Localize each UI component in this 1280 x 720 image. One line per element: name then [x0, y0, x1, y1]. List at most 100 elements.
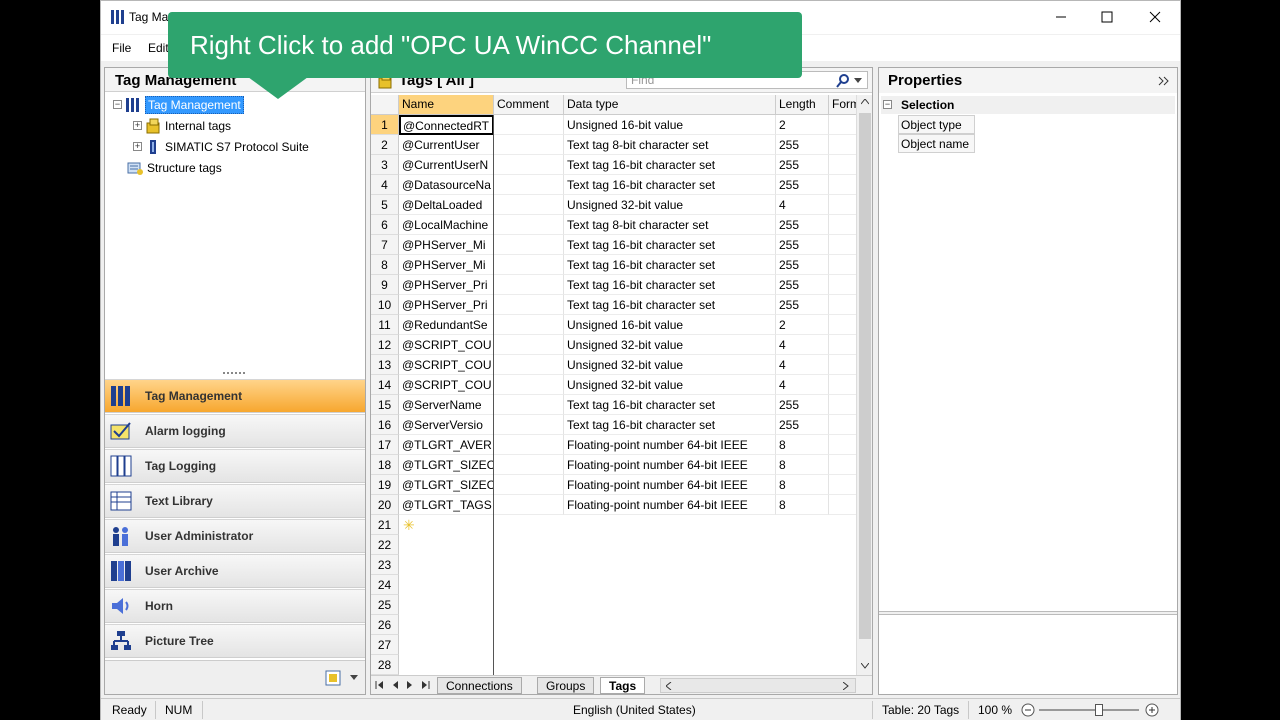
cell-format[interactable] [829, 275, 858, 295]
cell-comment[interactable] [494, 295, 564, 315]
nav-item-tag-logging[interactable]: Tag Logging [105, 449, 365, 483]
row-number[interactable]: 24 [371, 575, 399, 595]
row-number[interactable]: 14 [371, 375, 399, 395]
cell-type[interactable]: Text tag 16-bit character set [564, 395, 776, 415]
row-number[interactable]: 10 [371, 295, 399, 315]
cell-format[interactable] [829, 395, 858, 415]
row-number[interactable]: 19 [371, 475, 399, 495]
row-number[interactable]: 20 [371, 495, 399, 515]
cell-length[interactable]: 255 [776, 275, 829, 295]
cell-type[interactable]: Text tag 16-bit character set [564, 255, 776, 275]
cell-name[interactable]: @SCRIPT_COU [399, 355, 494, 375]
tab-tags[interactable]: Tags [600, 677, 646, 694]
cell-comment[interactable] [494, 395, 564, 415]
next-tab-icon[interactable] [406, 680, 414, 690]
column-header-format[interactable]: Form [829, 95, 858, 115]
cell-name[interactable]: @TLGRT_AVER [399, 435, 494, 455]
tree-item-structure-tags[interactable]: Structure tags [127, 158, 222, 177]
cell-format[interactable] [829, 435, 858, 455]
tree-item-simatic-s7[interactable]: + SIMATIC S7 Protocol Suite [133, 137, 309, 156]
cell-name[interactable]: @DeltaLoaded [399, 195, 494, 215]
cell-name[interactable]: @ServerName [399, 395, 494, 415]
collapse-icon[interactable]: − [113, 100, 122, 109]
cell-name[interactable]: @TLGRT_SIZEC [399, 455, 494, 475]
cell-format[interactable] [829, 375, 858, 395]
cell-name[interactable]: @CurrentUser [399, 135, 494, 155]
cell-format[interactable] [829, 215, 858, 235]
cell-name[interactable]: @ServerVersio [399, 415, 494, 435]
cell-type[interactable]: Floating-point number 64-bit IEEE [564, 455, 776, 475]
scroll-right-icon[interactable] [843, 682, 849, 690]
cell-comment[interactable] [494, 275, 564, 295]
cell-format[interactable] [829, 175, 858, 195]
cell-type[interactable]: Text tag 8-bit character set [564, 215, 776, 235]
zoom-in-icon[interactable] [1145, 703, 1159, 717]
selection-section[interactable]: Selection [881, 96, 1175, 114]
dropdown-arrow-icon[interactable] [350, 675, 358, 681]
cell-comment[interactable] [494, 435, 564, 455]
search-icon[interactable] [836, 74, 850, 88]
cell-format[interactable] [829, 495, 858, 515]
row-number[interactable]: 17 [371, 435, 399, 455]
row-number[interactable]: 13 [371, 355, 399, 375]
cell-name[interactable]: @PHServer_Mi [399, 255, 494, 275]
tree-item-internal-tags[interactable]: + Internal tags [133, 116, 231, 135]
cell-type[interactable]: Text tag 8-bit character set [564, 135, 776, 155]
cell-format[interactable] [829, 115, 858, 135]
cell-format[interactable] [829, 155, 858, 175]
cell-length[interactable]: 255 [776, 395, 829, 415]
column-header-data-type[interactable]: Data type [564, 95, 776, 115]
cell-length[interactable]: 8 [776, 435, 829, 455]
maximize-button[interactable] [1084, 1, 1130, 33]
row-number[interactable]: 4 [371, 175, 399, 195]
scroll-left-icon[interactable] [666, 682, 672, 690]
collapse-icon[interactable]: − [883, 100, 892, 109]
cell-name[interactable]: @DatasourceNa [399, 175, 494, 195]
row-number[interactable]: 3 [371, 155, 399, 175]
row-number[interactable]: 18 [371, 455, 399, 475]
cell-type[interactable]: Floating-point number 64-bit IEEE [564, 435, 776, 455]
cell-type[interactable]: Text tag 16-bit character set [564, 175, 776, 195]
cell-length[interactable]: 4 [776, 355, 829, 375]
cell-comment[interactable] [494, 215, 564, 235]
cell-length[interactable]: 8 [776, 495, 829, 515]
row-number[interactable]: 7 [371, 235, 399, 255]
cell-format[interactable] [829, 255, 858, 275]
tab-connections[interactable]: Connections [437, 677, 522, 694]
cell-type[interactable]: Text tag 16-bit character set [564, 415, 776, 435]
properties-splitter[interactable] [879, 611, 1177, 615]
nav-item-user-archive[interactable]: User Archive [105, 554, 365, 588]
cell-comment[interactable] [494, 135, 564, 155]
nav-item-user-administrator[interactable]: User Administrator [105, 519, 365, 553]
cell-length[interactable]: 255 [776, 135, 829, 155]
cell-format[interactable] [829, 195, 858, 215]
collapse-panel-icon[interactable] [1158, 76, 1170, 86]
cell-format[interactable] [829, 235, 858, 255]
cell-format[interactable] [829, 295, 858, 315]
new-row-icon[interactable]: ✳ [403, 517, 415, 534]
expand-icon[interactable]: + [133, 121, 142, 130]
column-header-name[interactable]: Name [399, 95, 494, 115]
cell-length[interactable]: 2 [776, 115, 829, 135]
row-number[interactable]: 25 [371, 595, 399, 615]
cell-length[interactable]: 255 [776, 175, 829, 195]
vertical-scrollbar[interactable] [856, 95, 872, 675]
cell-length[interactable]: 2 [776, 315, 829, 335]
row-number[interactable]: 27 [371, 635, 399, 655]
cell-comment[interactable] [494, 175, 564, 195]
zoom-slider-thumb[interactable] [1095, 704, 1103, 716]
cell-comment[interactable] [494, 495, 564, 515]
cell-name[interactable]: @PHServer_Mi [399, 235, 494, 255]
cell-format[interactable] [829, 355, 858, 375]
cell-comment[interactable] [494, 475, 564, 495]
cell-type[interactable]: Text tag 16-bit character set [564, 235, 776, 255]
cell-format[interactable] [829, 475, 858, 495]
cell-name[interactable]: @ConnectedRT [399, 115, 494, 135]
cell-format[interactable] [829, 335, 858, 355]
row-number[interactable]: 11 [371, 315, 399, 335]
cell-name[interactable]: @TLGRT_SIZEC [399, 475, 494, 495]
cell-type[interactable]: Text tag 16-bit character set [564, 155, 776, 175]
dropdown-arrow-icon[interactable] [854, 78, 862, 84]
column-header-comment[interactable]: Comment [494, 95, 564, 115]
cell-format[interactable] [829, 135, 858, 155]
